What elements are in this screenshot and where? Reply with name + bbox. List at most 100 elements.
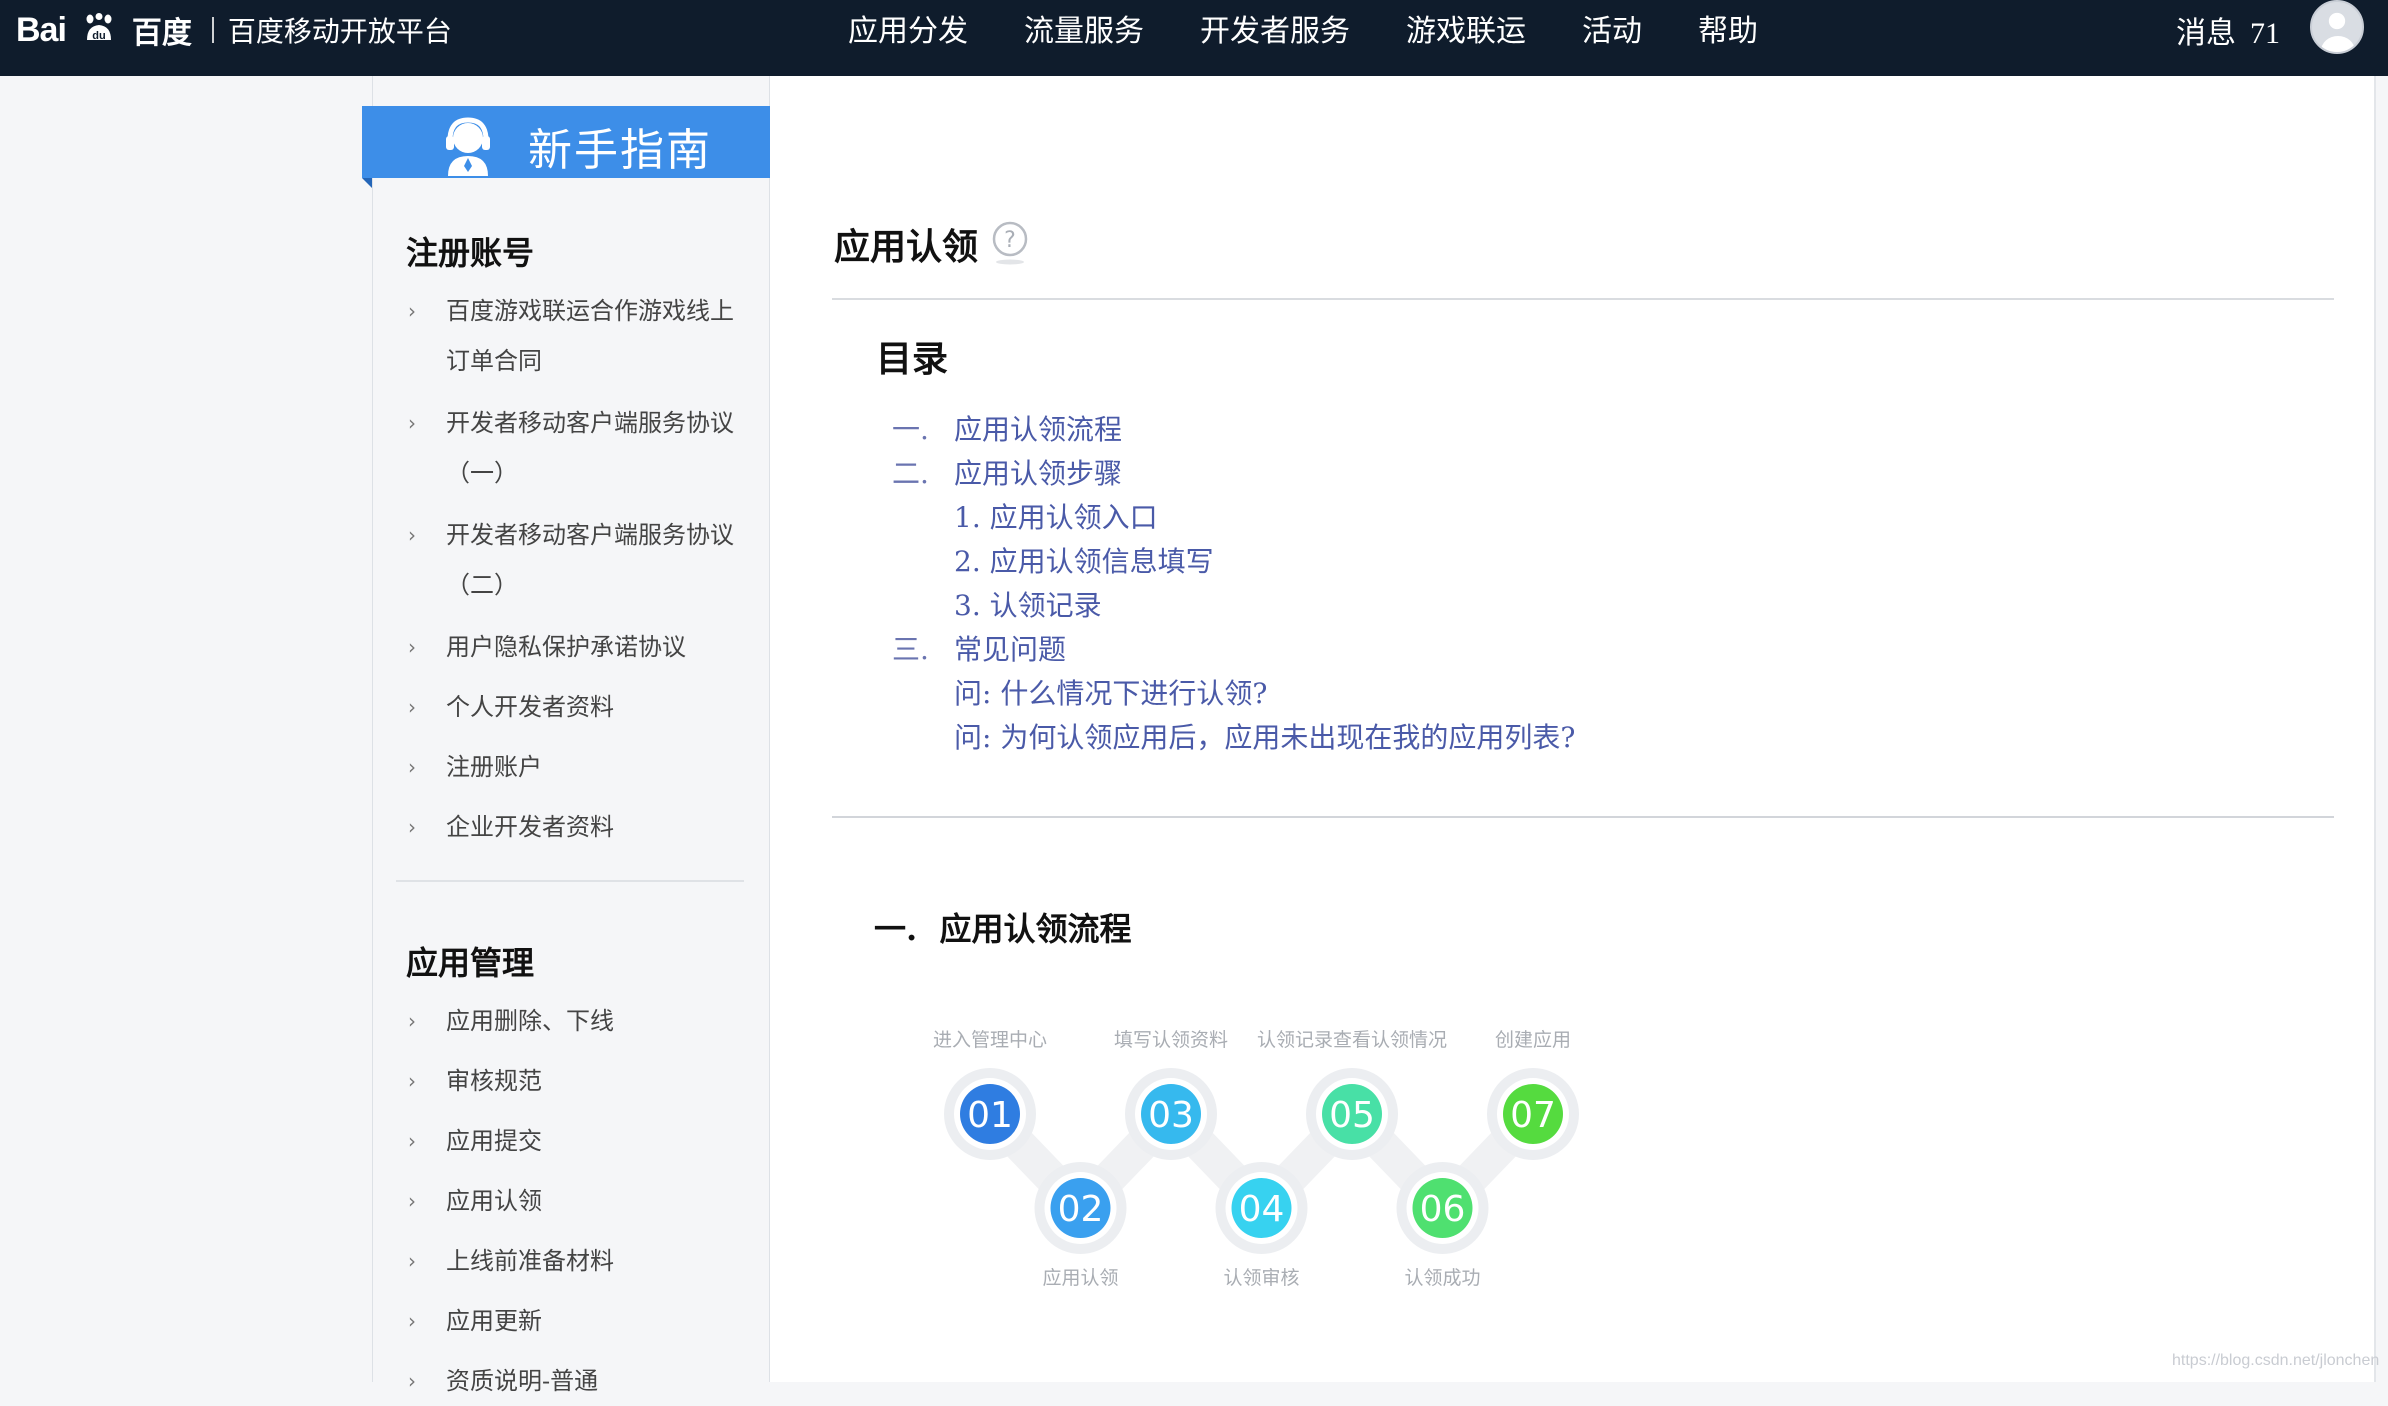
step-label: 进入管理中心 (933, 1029, 1047, 1051)
sidebar-item-label-cont: （一） (446, 459, 518, 487)
section-heading-process: 一. 应用认领流程 (874, 904, 1131, 950)
sidebar-item-app-delete[interactable]: › 应用删除、下线 (408, 996, 748, 1046)
sidebar-item-label: 注册账户 (446, 753, 542, 781)
step-06: 06 认领成功 (1396, 1162, 1489, 1289)
beginner-guide-title: 新手指南 (528, 125, 712, 176)
chevron-right-icon: › (408, 299, 416, 323)
toc-item-steps[interactable]: 二. 应用认领步骤 (892, 452, 1122, 492)
nav-item-help[interactable]: 帮助 (1698, 6, 1758, 50)
step-label: 创建应用 (1495, 1029, 1571, 1051)
sidebar-item-label: 用户隐私保护承诺协议 (446, 633, 686, 661)
sidebar-item-label: 应用删除、下线 (446, 1007, 614, 1035)
step-label: 应用认领 (1042, 1267, 1118, 1289)
question-help-icon[interactable]: ? (990, 220, 1030, 266)
toc-item-faq[interactable]: 三. 常见问题 (892, 628, 1066, 668)
step-number: 01 (967, 1095, 1013, 1136)
sidebar-item-review-rules[interactable]: › 审核规范 (408, 1056, 748, 1106)
toc-text: 应用认领流程 (954, 413, 1123, 446)
toc-number: 三. (892, 633, 929, 666)
sidebar-item-service-agreement-1[interactable]: › 开发者移动客户端服务协议 （一） (408, 398, 748, 498)
baidu-logo[interactable]: Bai du 百度 百度移动开放平台 (16, 8, 452, 52)
svg-text:du: du (92, 30, 105, 42)
messages-link[interactable]: 消息 71 (2176, 8, 2280, 52)
chevron-right-icon: › (408, 1369, 416, 1393)
chevron-right-icon: › (408, 635, 416, 659)
step-label: 认领审核 (1223, 1267, 1299, 1289)
sidebar-divider (396, 880, 744, 882)
beginner-guide-banner: 新手指南 (362, 106, 782, 188)
claim-process-diagram: 01 进入管理中心 02 应用认领 03 填写认领资料 04 认领审核 05 认领记录查看认领情况… (933, 1029, 1579, 1289)
chevron-right-icon: › (408, 1009, 416, 1033)
sidebar-item-privacy-agreement[interactable]: › 用户隐私保护承诺协议 (408, 622, 748, 672)
user-avatar[interactable] (2310, 0, 2364, 54)
sidebar-item-register-account[interactable]: › 注册账户 (408, 742, 748, 792)
chevron-right-icon: › (408, 695, 416, 719)
nav-item-game-operation[interactable]: 游戏联运 (1406, 6, 1526, 50)
messages-label: 消息 (2176, 16, 2236, 51)
logo-separator (211, 17, 214, 43)
step-02: 02 应用认领 (1034, 1162, 1127, 1289)
chevron-right-icon: › (408, 1129, 416, 1153)
section-title: 应用认领流程 (939, 910, 1132, 948)
step-04: 04 认领审核 (1215, 1162, 1308, 1289)
sidebar-item-label: 个人开发者资料 (446, 693, 614, 721)
sidebar-item-label: 资质说明-普通 (446, 1367, 599, 1395)
content-right-border (2374, 76, 2376, 1382)
sidebar-item-app-update[interactable]: › 应用更新 (408, 1296, 748, 1346)
sidebar-item-service-agreement-2[interactable]: › 开发者移动客户端服务协议 （二） (408, 510, 748, 610)
svg-text:?: ? (1004, 228, 1016, 253)
section-title-register: 注册账号 (406, 234, 535, 272)
toc-item-info-fill[interactable]: 2. 应用认领信息填写 (954, 540, 1214, 580)
step-number: 02 (1058, 1189, 1104, 1230)
sidebar-item-label: 企业开发者资料 (446, 813, 614, 841)
sidebar-item-app-submit[interactable]: › 应用提交 (408, 1116, 748, 1166)
toc-text: 常见问题 (954, 633, 1067, 666)
toc-item-faq-2[interactable]: 问: 为何认领应用后，应用未出现在我的应用列表? (954, 716, 1575, 756)
step-number: 07 (1510, 1095, 1556, 1136)
page-title: 应用认领 (834, 226, 979, 268)
chevron-right-icon: › (408, 1189, 416, 1213)
chevron-right-icon: › (408, 815, 416, 839)
section-title-app-management: 应用管理 (406, 944, 535, 982)
chevron-right-icon: › (408, 755, 416, 779)
step-number: 04 (1239, 1189, 1285, 1230)
nav-item-developer-service[interactable]: 开发者服务 (1200, 6, 1350, 50)
sidebar-item-label: 上线前准备材料 (446, 1247, 614, 1275)
toc-number: 一. (892, 413, 929, 446)
chevron-right-icon: › (408, 411, 416, 435)
sidebar-item-label: 百度游戏联运合作游戏线上 (446, 297, 734, 325)
sidebar-item-app-claim[interactable]: › 应用认领 (408, 1176, 748, 1226)
nav-item-app-distribution[interactable]: 应用分发 (848, 6, 968, 50)
toc-text: 应用认领步骤 (954, 457, 1123, 490)
toc-text: 1. 应用认领入口 (954, 501, 1158, 534)
messages-count: 71 (2250, 17, 2280, 50)
toc-text: 问: 什么情况下进行认领? (954, 677, 1268, 710)
sidebar-item-qualification[interactable]: › 资质说明-普通 (408, 1356, 748, 1406)
section-number: 一. (874, 910, 918, 948)
sidebar-item-game-contract[interactable]: › 百度游戏联运合作游戏线上 订单合同 (408, 286, 748, 386)
logo-text-bai: Bai (16, 10, 67, 49)
sidebar-item-label-cont: 订单合同 (446, 347, 542, 375)
logo-text-cn: 百度 (131, 16, 192, 51)
toc-item-entry[interactable]: 1. 应用认领入口 (954, 496, 1158, 536)
sidebar-item-prelaunch-materials[interactable]: › 上线前准备材料 (408, 1236, 748, 1286)
toc-item-faq-1[interactable]: 问: 什么情况下进行认领? (954, 672, 1267, 712)
sidebar-item-label: 应用更新 (446, 1307, 542, 1335)
toc-item-claim-record[interactable]: 3. 认领记录 (954, 584, 1102, 624)
sidebar-item-enterprise-developer[interactable]: › 企业开发者资料 (408, 802, 748, 852)
toc-item-process[interactable]: 一. 应用认领流程 (892, 408, 1122, 448)
chevron-right-icon: › (408, 1069, 416, 1093)
toc-divider (832, 816, 2334, 818)
toc-text: 3. 认领记录 (954, 589, 1102, 622)
paw-logo-icon: du (86, 13, 112, 42)
step-number: 03 (1148, 1095, 1194, 1136)
sidebar-item-label: 开发者移动客户端服务协议 (446, 409, 734, 437)
toc-title: 目录 (876, 338, 949, 380)
toc-number: 二. (892, 457, 929, 490)
step-label: 认领成功 (1404, 1267, 1480, 1289)
nav-item-activities[interactable]: 活动 (1582, 6, 1642, 50)
step-label: 认领记录查看认领情况 (1257, 1029, 1447, 1051)
nav-item-traffic-service[interactable]: 流量服务 (1024, 6, 1144, 50)
toc-text: 2. 应用认领信息填写 (954, 545, 1214, 578)
sidebar-item-personal-developer[interactable]: › 个人开发者资料 (408, 682, 748, 732)
